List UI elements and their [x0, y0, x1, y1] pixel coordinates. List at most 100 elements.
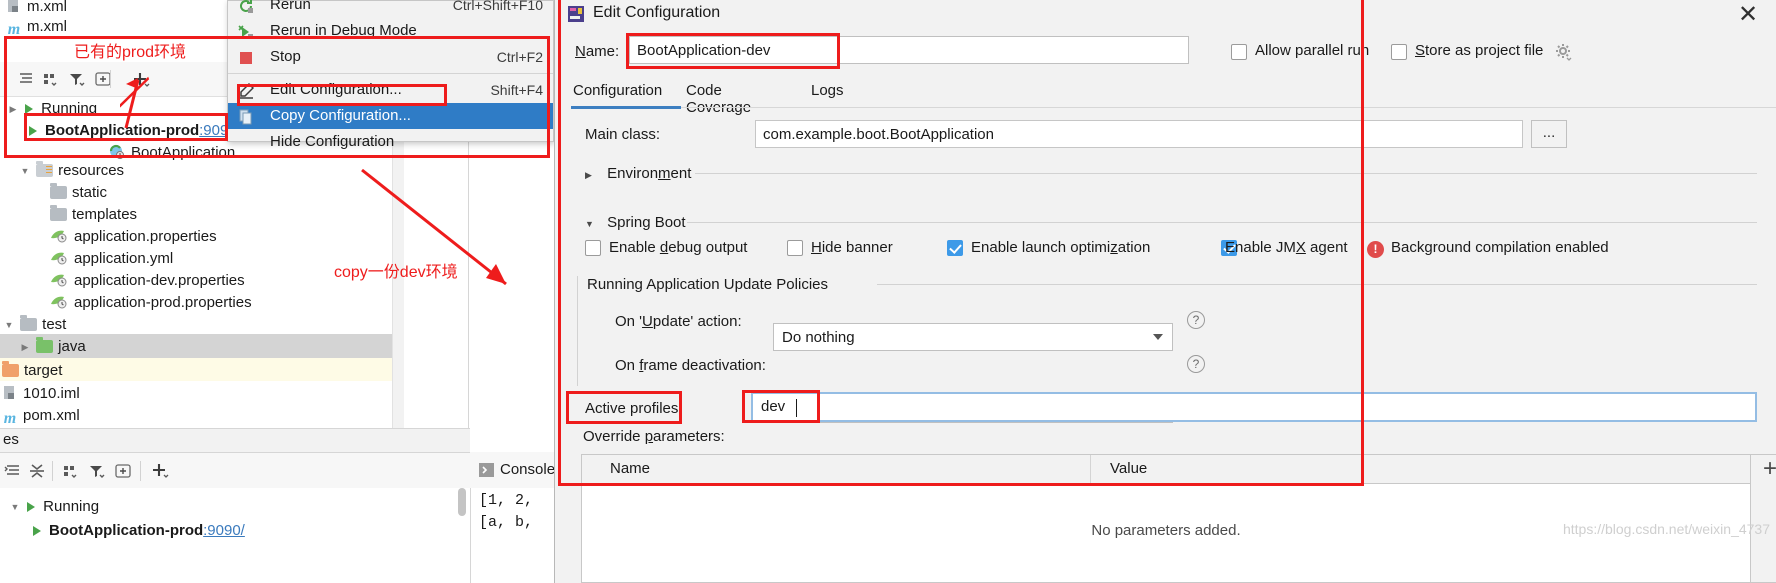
tree-label: target	[24, 362, 63, 379]
annotation-arrow-add	[120, 76, 150, 129]
run-configuration-context-menu[interactable]: Rerun Ctrl+Shift+F10 Rerun in Debug Mode…	[227, 0, 554, 150]
menu-item-rerun[interactable]: Rerun Ctrl+Shift+F10	[228, 0, 553, 18]
console-output-panel[interactable]: [1, 2, [a, b,	[470, 488, 555, 583]
group-icon[interactable]	[42, 71, 60, 91]
edit-configuration-dialog[interactable]: Edit Configuration ✕ Name: BootApplicati…	[554, 0, 1776, 583]
enable-launch-optimization-checkbox[interactable]	[947, 240, 963, 256]
console-tab[interactable]: Console	[470, 452, 556, 488]
tree-label: application-prod.properties	[74, 294, 252, 311]
gear-icon[interactable]	[1555, 43, 1573, 65]
tree-label: application-dev.properties	[74, 272, 245, 289]
tree-row-bootapplication[interactable]: BootApplication	[108, 140, 235, 165]
tree-row-pom[interactable]: m pom.xml	[2, 403, 80, 428]
tab-code-coverage[interactable]: Code Coverage	[686, 82, 751, 116]
chevron-right-icon[interactable]	[18, 335, 32, 360]
expand-all-icon[interactable]	[4, 463, 22, 483]
tree-label: test	[42, 316, 67, 333]
run-tree-row-bootapplication-prod[interactable]: BootApplication-prod:9090/	[32, 518, 245, 543]
run-tree-panel[interactable]: Running BootApplication-prod:9090/	[0, 488, 470, 583]
pin-tab-icon[interactable]	[114, 463, 132, 483]
rerun-debug-icon	[238, 23, 254, 39]
filter-icon[interactable]	[68, 71, 86, 91]
menu-item-stop[interactable]: Stop Ctrl+F2	[228, 44, 553, 70]
table-side-toolbar[interactable]: +	[1751, 454, 1776, 583]
run-green-triangle-icon	[28, 120, 40, 136]
add-configuration-icon[interactable]	[150, 462, 172, 484]
menu-item-label: Edit Configuration...	[270, 81, 402, 98]
spring-boot-section-line	[687, 222, 1757, 223]
tree-row-pom-top[interactable]: m m.xml	[6, 14, 67, 39]
collapse-icon[interactable]	[18, 71, 34, 91]
tree-label: templates	[72, 206, 138, 223]
spring-leaf-icon	[50, 227, 70, 243]
tree-label: java	[58, 338, 86, 355]
spring-boot-section-header[interactable]: ▼ Spring Boot	[585, 214, 686, 231]
table-header-row: Name Value	[582, 455, 1750, 484]
on-update-action-select[interactable]: Do nothing	[773, 323, 1173, 351]
filter-icon[interactable]	[88, 463, 106, 483]
close-icon[interactable]: ✕	[1733, 2, 1763, 30]
chevron-right-icon[interactable]	[6, 97, 20, 122]
menu-item-edit-configuration[interactable]: Edit Configuration... Shift+F4	[228, 77, 553, 103]
tree-label: BootApplication-prod	[49, 522, 204, 539]
menu-item-label: Stop	[270, 48, 301, 65]
tree-row-application-prod-properties[interactable]: application-prod.properties	[50, 290, 252, 315]
name-label-rest: ame:	[585, 43, 620, 60]
stop-icon	[238, 49, 254, 65]
target-folder-icon	[2, 361, 19, 377]
store-as-project-file-checkbox[interactable]	[1391, 44, 1407, 60]
chevron-down-icon[interactable]	[18, 159, 32, 184]
table-column-divider[interactable]	[1090, 455, 1091, 483]
menu-item-hide-configuration[interactable]: Hide Configuration	[228, 129, 553, 155]
tree-label: resources	[58, 162, 125, 179]
name-input[interactable]: BootApplication-dev	[629, 36, 1189, 64]
active-profiles-input[interactable]: dev	[751, 392, 1757, 422]
enable-debug-output-checkbox[interactable]	[585, 240, 601, 256]
allow-parallel-run-checkbox[interactable]	[1231, 44, 1247, 60]
menu-item-rerun-debug[interactable]: Rerun in Debug Mode	[228, 18, 553, 44]
chevron-down-icon[interactable]	[8, 495, 22, 520]
hide-banner-checkbox[interactable]	[787, 240, 803, 256]
intellij-idea-icon	[567, 5, 585, 23]
run-tree-scrollbar-thumb[interactable]	[458, 488, 466, 516]
console-tab-label: Console	[500, 461, 556, 478]
toolbar-divider	[52, 461, 53, 481]
console-icon	[478, 462, 495, 482]
allow-parallel-run-label: Allow parallel run	[1255, 42, 1370, 59]
main-class-browse-button[interactable]: ...	[1531, 120, 1567, 148]
chevron-down-icon[interactable]	[1153, 334, 1163, 340]
chevron-down-icon[interactable]: ▼	[585, 219, 597, 229]
tree-label: BootApplication	[131, 144, 236, 161]
menu-item-accel: Ctrl+Shift+F10	[452, 0, 543, 13]
environment-section-header[interactable]: ▶ Environment	[585, 165, 691, 182]
edit-pencil-icon	[238, 82, 255, 99]
tree-row-java[interactable]: java	[0, 334, 400, 358]
override-parameters-table[interactable]: Name Value No parameters added.	[581, 454, 1751, 583]
tab-configuration[interactable]: Configuration	[573, 82, 662, 99]
enable-jmx-agent-label: Enable JMX agent	[1225, 239, 1348, 256]
tree-row-target[interactable]: target	[0, 358, 400, 381]
enable-launch-optimization-label: Enable launch optimization	[971, 239, 1151, 256]
add-parameter-button[interactable]: +	[1756, 456, 1776, 484]
iml-file-icon	[6, 0, 22, 13]
chevron-right-icon[interactable]: ▶	[585, 170, 597, 181]
active-profiles-label: Active profiles:	[585, 400, 683, 417]
folder-icon	[50, 183, 67, 199]
environment-label: Environment	[607, 165, 692, 182]
question-mark-icon[interactable]: ?	[1187, 311, 1205, 329]
table-column-value: Value	[1110, 460, 1148, 477]
tree-label: static	[72, 184, 108, 201]
question-mark-icon[interactable]: ?	[1187, 355, 1205, 373]
main-class-input[interactable]: com.example.boot.BootApplication	[755, 120, 1523, 148]
tab-logs[interactable]: Logs	[811, 82, 844, 99]
run-green-triangle-icon	[26, 496, 38, 512]
watermark: https://blog.csdn.net/weixin_4737	[1562, 521, 1770, 537]
group-icon[interactable]	[62, 463, 80, 483]
collapse-all-icon[interactable]	[28, 463, 46, 483]
tool-window-header: es	[0, 428, 470, 453]
copy-icon	[238, 108, 254, 125]
run-tree-row-running[interactable]: Running	[8, 494, 99, 519]
run-green-triangle-icon	[24, 98, 36, 114]
menu-item-label: Hide Configuration	[270, 133, 395, 150]
menu-item-copy-configuration[interactable]: Copy Configuration...	[228, 103, 553, 129]
